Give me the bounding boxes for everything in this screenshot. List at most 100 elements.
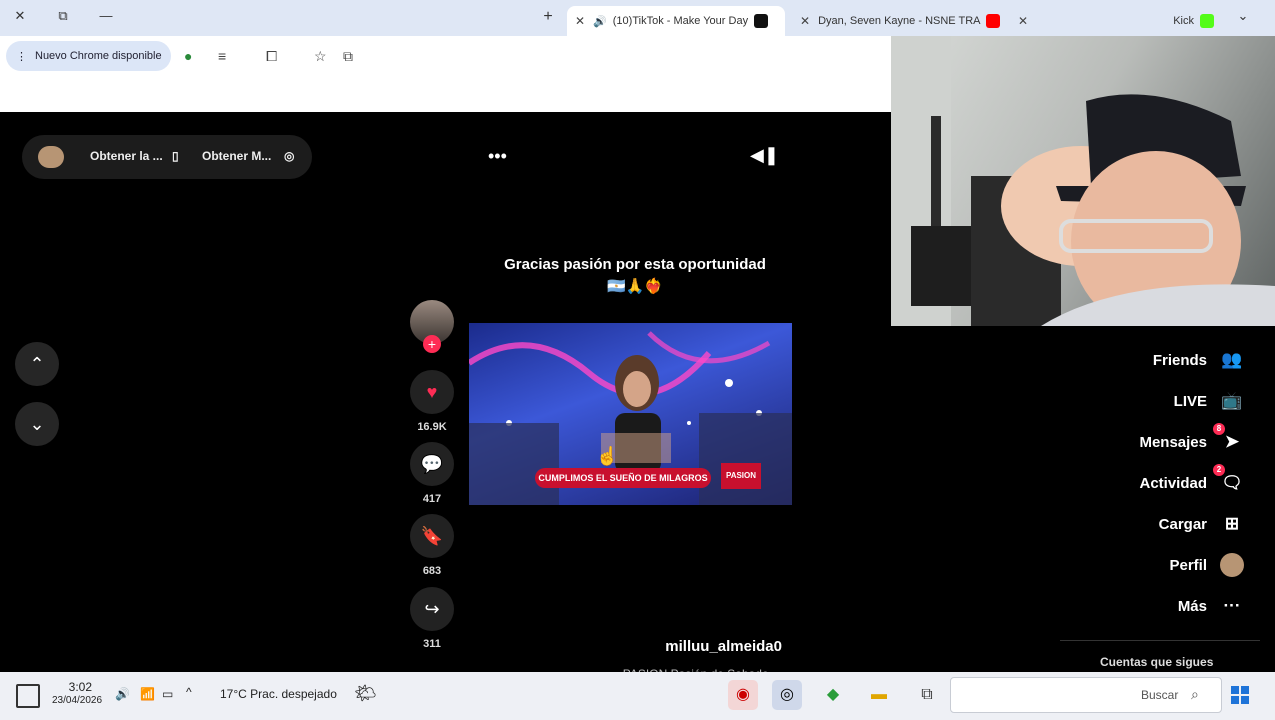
weather-sun-icon: 🌤 xyxy=(354,683,377,703)
more-dots-icon: ··· xyxy=(1223,596,1241,615)
close-window-icon[interactable]: ✕ xyxy=(10,8,30,24)
friends-icon: 👥 xyxy=(1221,350,1243,369)
sidebar-item-activity[interactable]: Actividad 🗨 2 xyxy=(1139,464,1245,496)
messages-badge: 8 xyxy=(1213,423,1225,435)
search-placeholder: Buscar xyxy=(1141,688,1179,702)
phone-icon: ▯ xyxy=(172,149,179,163)
restore-window-icon[interactable]: ⧉ xyxy=(53,8,73,24)
close-tab-icon[interactable]: ✕ xyxy=(575,14,585,28)
kick-favicon-icon xyxy=(1200,14,1214,28)
caption-line: Gracias pasión por esta oportunidad xyxy=(504,256,766,273)
video-author[interactable]: milluu_almeida0 xyxy=(600,638,782,655)
sidebar-item-label: Mensajes xyxy=(1139,433,1207,451)
tab-label: (10)TikTok - Make Your Day xyxy=(612,15,749,27)
bluestacks-app-icon[interactable]: ◆ xyxy=(818,680,848,710)
update-chrome-button[interactable]: ⋮ Nuevo Chrome disponible xyxy=(6,41,171,71)
video-player[interactable]: CUMPLIMOS EL SUEÑO DE MILAGROS PASION xyxy=(469,323,792,505)
volume-icon[interactable]: ◀❚ xyxy=(750,145,779,166)
windows-taskbar: 3:02 23/04/2026 🔊 📶 ▭ ^ 17°C Prac. despe… xyxy=(0,672,1275,720)
reading-list-icon[interactable]: ≡ xyxy=(218,48,226,64)
caption-emoji-line: 🇦🇷🙏❤️‍🔥 xyxy=(606,278,664,295)
sidebar-item-label: LIVE xyxy=(1173,392,1207,410)
weather-label[interactable]: 17°C Prac. despejado xyxy=(220,687,337,701)
info-icon: ◎ xyxy=(284,149,295,163)
extensions-icon[interactable]: ⧠ xyxy=(266,48,277,65)
comment-count: 417 xyxy=(422,493,442,505)
tab-youtube[interactable]: ✕ Dyan, Seven Kayne - NSNE TRA xyxy=(792,6,1002,36)
open-in-window-icon[interactable]: ⧉ xyxy=(343,48,353,65)
sidebar-item-live[interactable]: LIVE 📺 xyxy=(1174,388,1245,414)
activity-badge: 2 xyxy=(1213,464,1225,476)
webcam-overlay xyxy=(891,36,1275,326)
webcam-feed-graphic xyxy=(891,36,1275,326)
video-banner: CUMPLIMOS EL SUEÑO DE MILAGROS xyxy=(535,468,711,488)
sidebar-item-label: Cargar xyxy=(1158,515,1207,533)
close-tab-icon[interactable]: ✕ xyxy=(800,14,810,28)
previous-video-button[interactable]: ⌃ xyxy=(15,342,59,386)
sidebar-item-friends[interactable]: Friends 👥 xyxy=(1153,347,1245,373)
top-controls-pill: Obtener la ... ▯ Obtener M... ◎ xyxy=(22,135,312,179)
next-video-button[interactable]: ⌄ xyxy=(15,402,59,446)
tab-tiktok[interactable]: ✕ 🔊 (10)TikTok - Make Your Day xyxy=(567,6,785,36)
volume-tray-icon[interactable]: 🔊 xyxy=(115,687,130,701)
sidebar-divider xyxy=(1060,640,1260,641)
share-count: 311 xyxy=(423,638,441,650)
share-button[interactable]: ↪ xyxy=(410,587,454,631)
upload-plus-icon: ⊞ xyxy=(1224,514,1240,533)
video-caption: Gracias pasión por esta oportunidad 🇦🇷🙏❤… xyxy=(470,254,800,298)
sidebar-item-label: Actividad xyxy=(1139,474,1207,492)
cursor-hand-icon: ☝ xyxy=(596,446,619,466)
activity-icon: 🗨 2 xyxy=(1213,464,1245,495)
tab-search-chevron-icon[interactable]: ⌄ xyxy=(1233,8,1253,24)
send-icon: ➤ 8 xyxy=(1213,423,1245,454)
sidebar-item-messages[interactable]: Mensajes ➤ 8 xyxy=(1139,423,1245,455)
tab-label: Dyan, Seven Kayne - NSNE TRA xyxy=(818,15,981,27)
clock-date: 23/04/2026 xyxy=(52,695,103,706)
tab-kick[interactable]: ✕ Kick xyxy=(1010,6,1220,36)
speaker-icon[interactable]: 🔊 xyxy=(593,15,607,28)
obs-app-icon[interactable]: ◉ xyxy=(728,680,758,710)
new-tab-button[interactable]: + xyxy=(538,8,558,26)
clock-time: 3:02 xyxy=(68,680,92,694)
bookmark-star-icon[interactable]: ☆ xyxy=(314,48,327,65)
start-menu-icon[interactable] xyxy=(1231,686,1249,704)
show-hidden-icons-chevron-icon[interactable]: ^ xyxy=(186,685,192,699)
chrome-app-icon[interactable]: ◎ xyxy=(772,680,802,710)
update-label: Nuevo Chrome disponible xyxy=(35,50,162,62)
battery-icon[interactable]: ▭ xyxy=(162,687,173,701)
get-app-link[interactable]: Obtener la ... xyxy=(90,149,163,163)
minimize-window-icon[interactable]: — xyxy=(96,8,116,23)
video-tag: PASION xyxy=(721,463,761,489)
sidebar-item-upload[interactable]: Cargar ⊞ xyxy=(1159,511,1245,537)
following-accounts-heading: Cuentas que sigues xyxy=(1100,655,1214,669)
profile-avatar-icon[interactable]: ● xyxy=(184,48,192,64)
avatar xyxy=(1219,553,1245,577)
save-button[interactable]: 🔖 xyxy=(410,514,454,558)
close-tab-icon[interactable]: ✕ xyxy=(1018,14,1028,28)
tab-label: Kick xyxy=(1173,15,1194,27)
notifications-icon[interactable] xyxy=(16,684,40,708)
menu-dots-icon: ⋮ xyxy=(16,50,27,63)
page-top-strip xyxy=(0,76,892,112)
youtube-favicon-icon xyxy=(986,14,1001,28)
save-count: 683 xyxy=(422,565,442,577)
file-explorer-icon[interactable]: ▬ xyxy=(864,680,894,710)
sidebar-item-more[interactable]: Más ··· xyxy=(1178,593,1245,619)
sidebar-item-label: Más xyxy=(1177,597,1207,615)
sidebar-item-profile[interactable]: Perfil xyxy=(1169,552,1245,578)
follow-plus-icon[interactable]: + xyxy=(423,335,441,353)
more-options-icon[interactable]: ••• xyxy=(488,146,507,167)
tab-strip: ✕ ⧉ — + ✕ 🔊 (10)TikTok - Make Your Day ✕… xyxy=(0,0,1275,36)
network-icon[interactable]: 📶 xyxy=(140,687,155,701)
clock[interactable]: 3:02 23/04/2026 xyxy=(52,680,103,708)
comment-button[interactable]: 💬 xyxy=(410,442,454,486)
get-more-link[interactable]: Obtener M... xyxy=(202,149,271,163)
sidebar-item-label: Friends xyxy=(1152,351,1207,369)
tiktok-favicon-icon xyxy=(754,14,769,28)
task-view-icon[interactable]: ⧉ xyxy=(912,680,942,710)
sidebar-item-label: Perfil xyxy=(1169,556,1207,574)
like-button[interactable]: ♥ xyxy=(410,370,454,414)
search-icon: ⌕ xyxy=(1191,686,1199,702)
avatar[interactable] xyxy=(38,146,64,168)
taskbar-search-input[interactable]: Buscar ⌕ xyxy=(950,677,1222,713)
